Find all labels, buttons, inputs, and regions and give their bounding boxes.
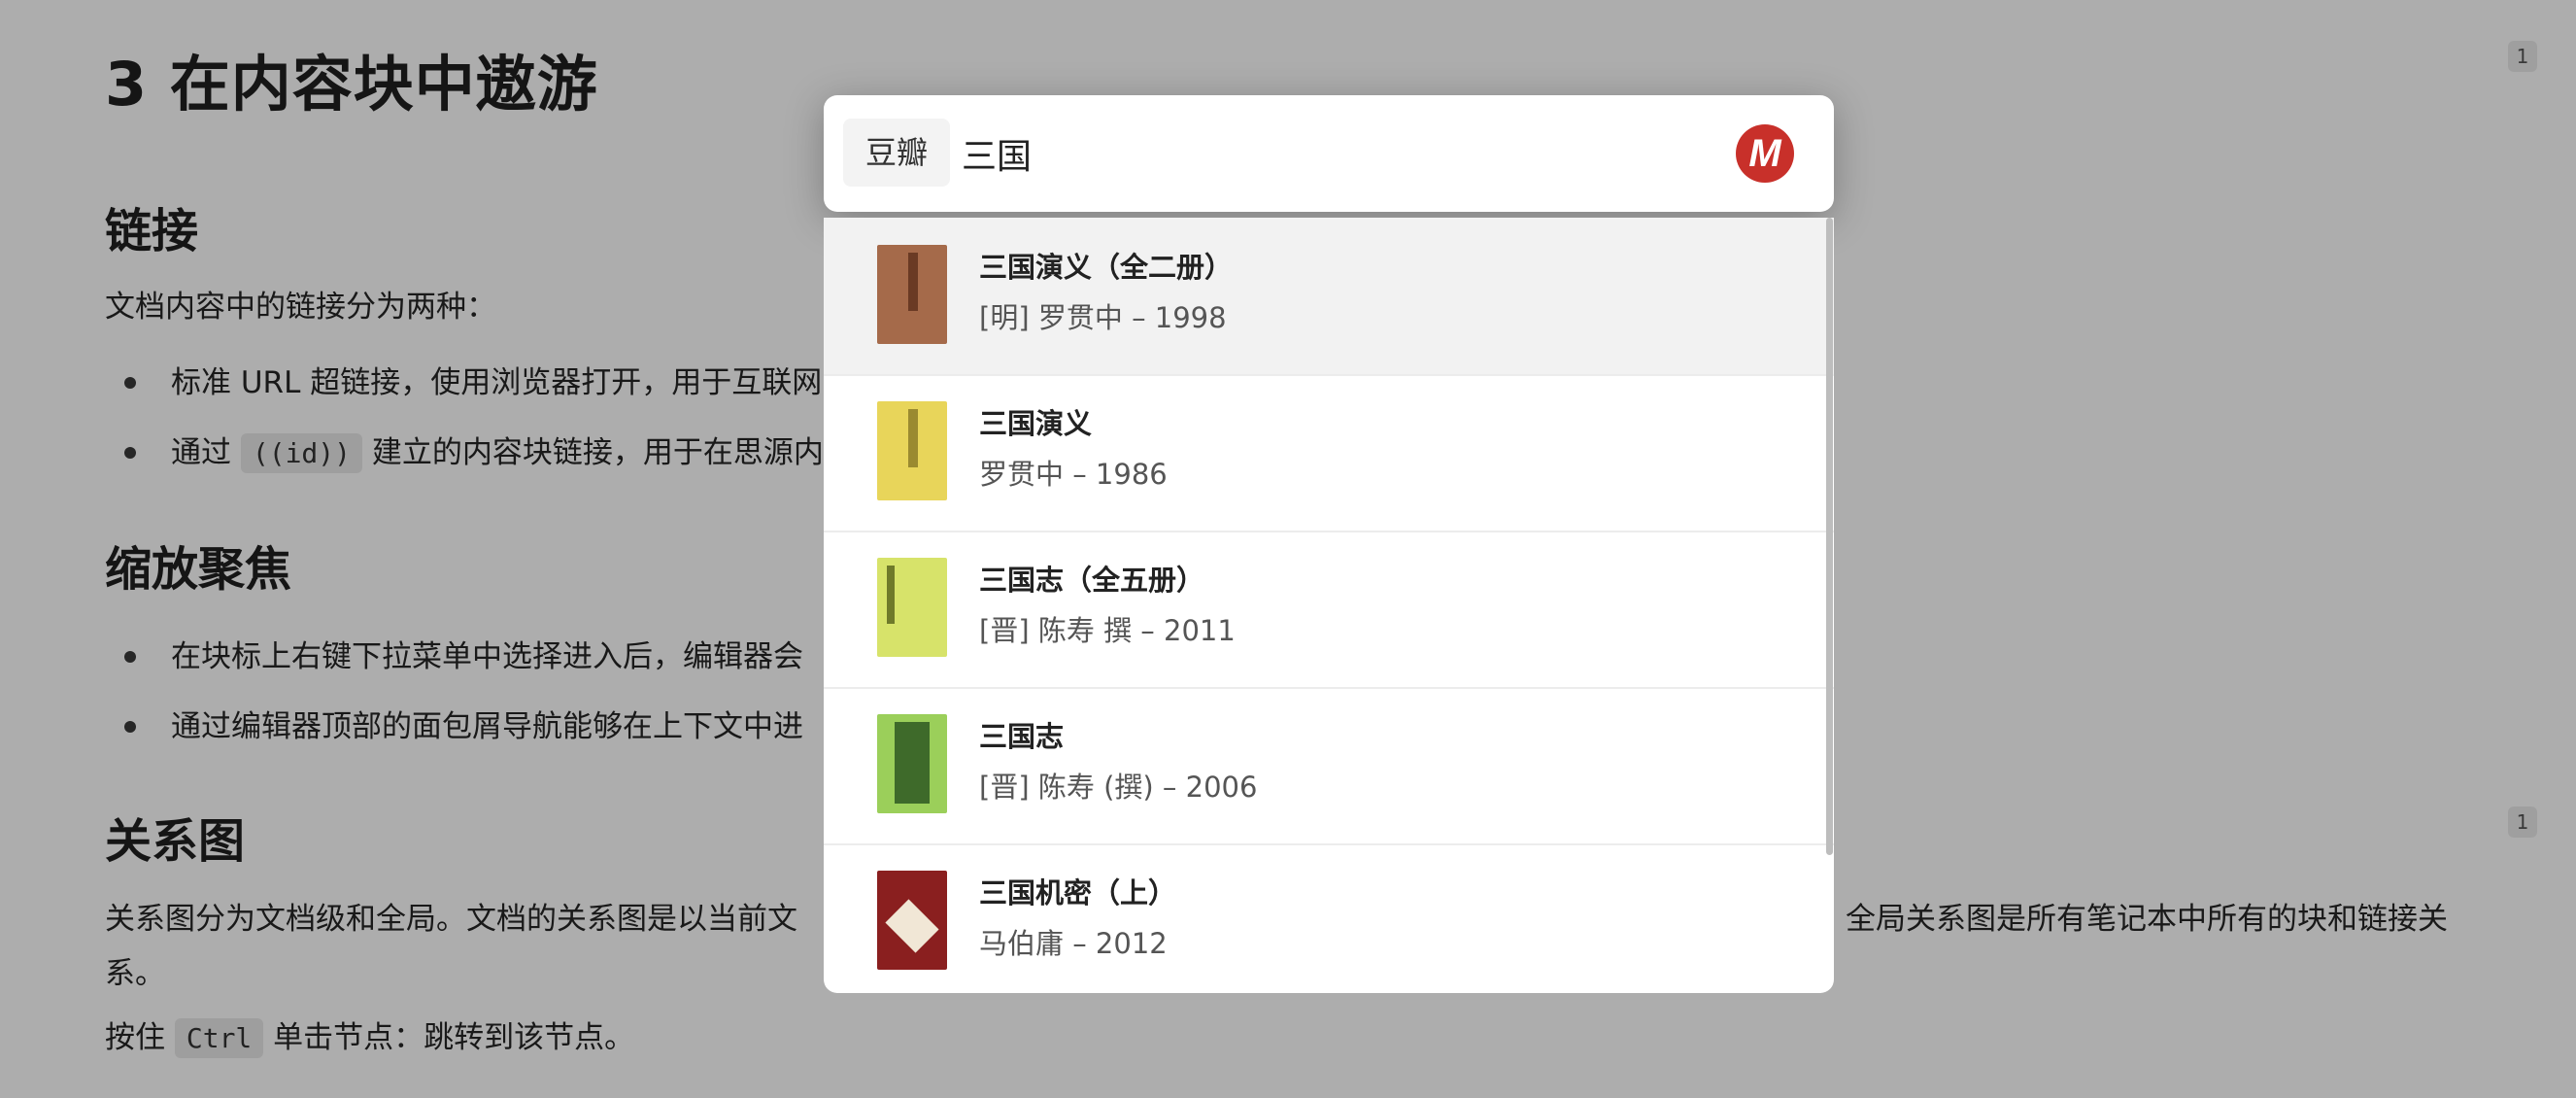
result-title: 三国演义	[979, 407, 1093, 440]
book-cover-image	[877, 401, 947, 500]
book-cover-image	[877, 871, 947, 970]
result-subtitle: 罗贯中 – 1986	[979, 458, 1168, 491]
source-tag-douban[interactable]: 豆瓣	[843, 119, 950, 187]
search-results-list: 三国演义（全二册） [明] 罗贯中 – 1998 三国演义 罗贯中 – 1986…	[824, 218, 1834, 993]
result-title: 三国演义（全二册）	[979, 251, 1234, 284]
book-cover-image	[877, 558, 947, 657]
book-cover-image	[877, 245, 947, 344]
result-title: 三国志（全五册）	[979, 564, 1205, 597]
result-item[interactable]: 三国演义（全二册） [明] 罗贯中 – 1998	[824, 218, 1834, 376]
scrollbar-thumb[interactable]	[1826, 218, 1833, 855]
result-item[interactable]: 三国演义 罗贯中 – 1986	[824, 374, 1834, 532]
result-title: 三国机密（上）	[979, 876, 1177, 909]
book-cover-image	[877, 714, 947, 813]
result-item[interactable]: 三国机密（上） 马伯庸 – 2012	[824, 843, 1834, 993]
result-item[interactable]: 三国志（全五册） [晋] 陈寿 撰 – 2011	[824, 531, 1834, 689]
result-subtitle: [明] 罗贯中 – 1998	[979, 301, 1227, 334]
m-logo-icon[interactable]: M	[1736, 124, 1794, 183]
search-input[interactable]: 三国	[962, 128, 1032, 179]
result-subtitle: [晋] 陈寿 撰 – 2011	[979, 614, 1236, 647]
result-subtitle: [晋] 陈寿 (撰) – 2006	[979, 771, 1258, 804]
result-title: 三国志	[979, 720, 1065, 753]
result-item[interactable]: 三国志 [晋] 陈寿 (撰) – 2006	[824, 687, 1834, 845]
result-subtitle: 马伯庸 – 2012	[979, 927, 1168, 960]
search-panel: 豆瓣 三国 M	[824, 95, 1834, 212]
